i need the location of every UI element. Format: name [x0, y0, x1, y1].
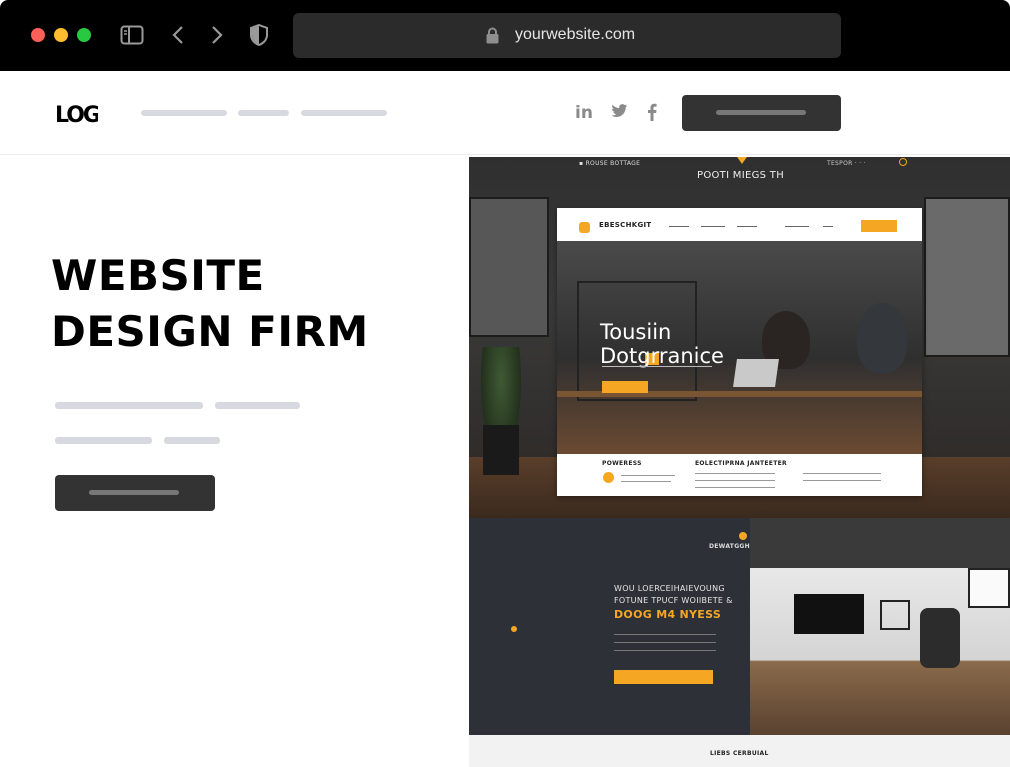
text-line-placeholder [55, 437, 152, 444]
cta-highlight: DOOG M4 NYESS [614, 608, 722, 621]
window-panel [924, 197, 1010, 357]
laptop [733, 359, 779, 387]
text-placeholder [602, 366, 712, 367]
mockup-brand: ▪ ROUSE BOTTAGE [579, 160, 641, 167]
nav-link-placeholder[interactable] [238, 110, 289, 116]
accent-icon [739, 532, 747, 540]
person-2 [857, 303, 907, 373]
menu-placeholder [701, 226, 725, 227]
svg-text:LOGO: LOGO [55, 103, 98, 128]
workspace-header-strip [750, 518, 1010, 568]
feature-icon [603, 472, 614, 483]
mockup-footer: LIEBS CERBUIAL [469, 735, 1010, 767]
mockup-cta-button [614, 670, 713, 684]
card-brand: EBESCHKGIT [599, 221, 652, 229]
diamond-icon [735, 157, 749, 164]
mockup-headline-line: Tousiin [600, 320, 672, 344]
mockup-dark-section: DEWATGGHAEBS WOU LOERCEIHAIEVOUNG FOTUNE… [469, 518, 1010, 735]
menu-placeholder [737, 226, 757, 227]
browser-chrome: yourwebsite.com [0, 0, 1010, 71]
window-panel [469, 197, 549, 337]
monitor [794, 594, 864, 634]
back-arrow-icon[interactable] [170, 24, 186, 46]
text-placeholder [695, 487, 775, 488]
site-header: LOGO in [0, 71, 1010, 155]
hero-cta-button[interactable] [55, 475, 215, 511]
button-label-placeholder [89, 490, 179, 495]
nav-link-placeholder[interactable] [301, 110, 387, 116]
button-label-placeholder [716, 110, 806, 115]
maximize-window-button[interactable] [77, 28, 91, 42]
facebook-icon[interactable] [647, 103, 657, 126]
shelf [880, 600, 910, 630]
text-placeholder [614, 634, 716, 635]
features-mid: EOLECTIPRNA JANTEETER [695, 460, 787, 467]
logo[interactable]: LOGO [54, 95, 119, 129]
mockup-headline: Tousiin Dotgrranice [600, 320, 724, 368]
footer-text: LIEBS CERBUIAL [710, 750, 769, 757]
linkedin-icon[interactable]: in [575, 103, 593, 123]
chair [920, 608, 960, 668]
minimize-window-button[interactable] [54, 28, 68, 42]
twitter-icon[interactable] [611, 104, 628, 123]
wall-art [968, 568, 1010, 608]
text-placeholder [614, 642, 716, 643]
mockup-workspace-photo [750, 568, 1010, 735]
menu-placeholder [823, 226, 833, 227]
text-line-placeholder [215, 402, 300, 409]
text-placeholder [621, 475, 675, 476]
address-bar[interactable]: yourwebsite.com [293, 13, 841, 58]
text-line-placeholder [55, 402, 203, 409]
text-placeholder [803, 480, 881, 481]
hero-title-line: WEBSITE [51, 251, 265, 300]
text-placeholder [614, 650, 716, 651]
text-placeholder [621, 481, 671, 482]
sidebar-icon[interactable] [120, 24, 144, 46]
menu-placeholder [785, 226, 809, 227]
website-mockup-image: ▪ ROUSE BOTTAGE POOTI MIEGS TH TESPOR · … [469, 157, 1010, 767]
menu-placeholder [669, 226, 689, 227]
mockup-cta-button [602, 381, 648, 393]
hero-title: WEBSITE DESIGN FIRM [51, 248, 369, 360]
card-nav-button [861, 220, 897, 232]
circle-icon [899, 158, 907, 166]
hex-logo-icon [579, 222, 590, 233]
url-text: yourwebsite.com [515, 26, 636, 43]
text-line-placeholder [164, 437, 220, 444]
mockup-top-title: POOTI MIEGS TH [697, 170, 785, 181]
features-left: POWERESS [602, 460, 642, 467]
text-placeholder [695, 480, 775, 481]
close-window-button[interactable] [31, 28, 45, 42]
cta-line: WOU LOERCEIHAIEVOUNG [614, 584, 725, 593]
cta-line: FOTUNE TPUCF WOIIBETE & [614, 596, 733, 605]
accent-dot [511, 626, 517, 632]
lock-icon [486, 27, 499, 49]
hero-title-line: DESIGN FIRM [51, 307, 369, 356]
mockup-headline-line: Dotgrranice [600, 344, 724, 368]
mockup-page-card: EBESCHKGIT Tousiin Dotgrranice POWERESS … [557, 208, 922, 496]
cabinet [483, 425, 519, 475]
text-placeholder [803, 473, 881, 474]
shield-icon[interactable] [249, 23, 269, 47]
text-placeholder [695, 473, 775, 474]
forward-arrow-icon[interactable] [209, 24, 225, 46]
header-cta-button[interactable] [682, 95, 841, 131]
mockup-nav-links: TESPOR · · · [827, 160, 866, 167]
nav-link-placeholder[interactable] [141, 110, 227, 116]
